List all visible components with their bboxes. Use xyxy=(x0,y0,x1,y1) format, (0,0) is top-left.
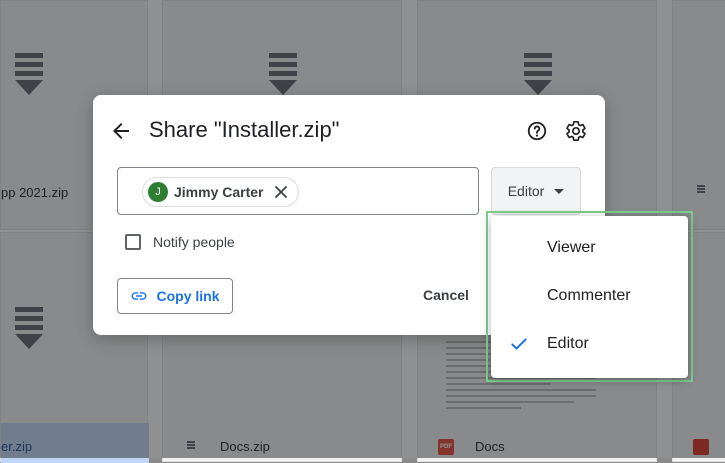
recipient-chip[interactable]: J Jimmy Carter xyxy=(142,177,299,207)
role-menu: Viewer Commenter Editor xyxy=(491,216,688,378)
role-select[interactable]: Editor xyxy=(491,167,581,215)
notify-people-row: Notify people xyxy=(125,234,235,250)
link-icon xyxy=(131,292,147,300)
notify-people-label: Notify people xyxy=(153,234,235,250)
cancel-button[interactable]: Cancel xyxy=(423,287,469,303)
menu-item-editor[interactable]: Editor xyxy=(491,320,688,368)
gear-icon xyxy=(566,121,586,142)
avatar: J xyxy=(148,182,168,202)
caret-down-icon xyxy=(554,188,565,194)
help-circle-icon xyxy=(527,121,547,141)
back-button[interactable] xyxy=(109,119,133,143)
role-select-label: Editor xyxy=(507,183,545,199)
check-icon xyxy=(511,338,527,350)
help-button[interactable] xyxy=(526,120,548,142)
settings-button[interactable] xyxy=(565,120,587,142)
menu-item-label: Editor xyxy=(547,335,589,352)
recipient-name: Jimmy Carter xyxy=(174,184,264,200)
menu-item-label: Viewer xyxy=(547,239,596,256)
close-icon[interactable] xyxy=(274,185,288,199)
menu-item-label: Commenter xyxy=(547,287,631,304)
menu-item-commenter[interactable]: Commenter xyxy=(491,272,688,320)
dialog-title: Share "Installer.zip" xyxy=(149,117,340,142)
copy-link-button[interactable]: Copy link xyxy=(117,278,233,314)
menu-item-viewer[interactable]: Viewer xyxy=(491,224,688,272)
arrow-back-icon xyxy=(113,123,129,139)
notify-people-checkbox[interactable] xyxy=(125,234,141,250)
copy-link-label: Copy link xyxy=(156,288,220,304)
recipient-input[interactable]: J Jimmy Carter xyxy=(117,167,479,215)
